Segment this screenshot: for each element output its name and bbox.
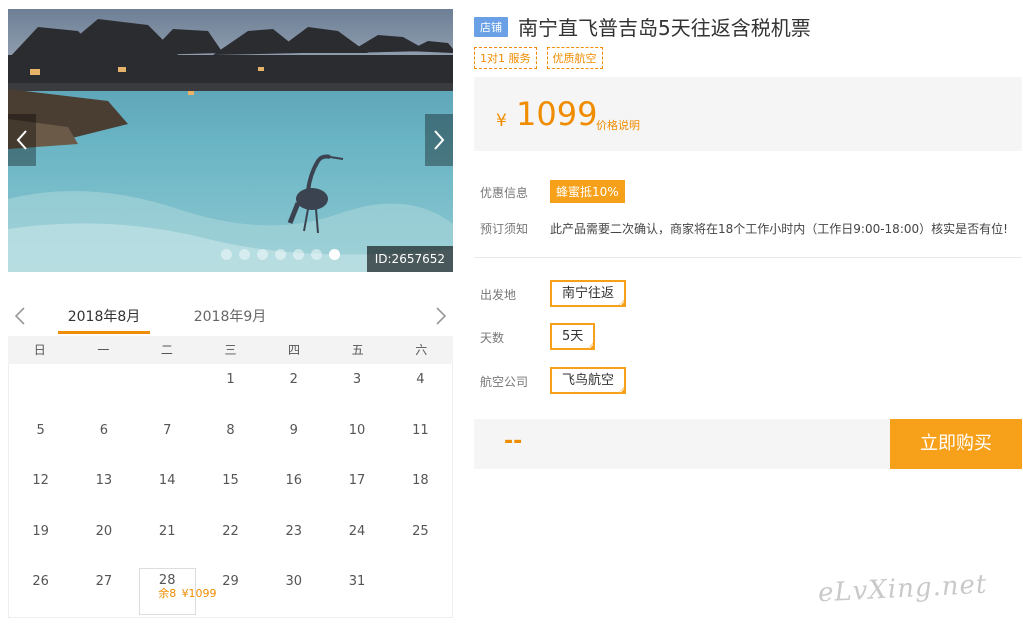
product-title-row: 店铺 南宁直飞普吉岛5天往返含税机票	[474, 12, 811, 41]
calendar-day: 7	[163, 422, 172, 438]
gallery-dot[interactable]	[329, 249, 340, 260]
gallery-prev-button[interactable]	[8, 114, 36, 166]
calendar-empty-cell	[72, 364, 135, 415]
calendar-empty-cell	[136, 364, 199, 415]
booking-notice: 此产品需要二次确认，商家将在18个工作小时内（工作日9:00-18:00）核实是…	[550, 222, 1008, 236]
calendar-day: 27	[95, 574, 113, 590]
gallery-photo	[8, 9, 453, 272]
calendar-day: 22	[222, 523, 239, 539]
calendar-prev-button[interactable]	[10, 304, 30, 328]
tab-month-september[interactable]: 2018年9月	[184, 306, 276, 326]
active-month-underline	[58, 331, 150, 334]
divider	[474, 257, 1022, 258]
weekday-label: 六	[415, 343, 428, 357]
days-option-button[interactable]: 5天	[550, 323, 596, 350]
calendar-day: 12	[32, 473, 49, 489]
promo-badge: 蜂蜜抵10%	[550, 180, 625, 203]
weekday-label: 三	[224, 343, 237, 357]
service-tag-one-on-one: 1对1 服务	[474, 47, 537, 69]
calendar-day: 15	[222, 473, 239, 489]
calendar-day: 2	[289, 372, 298, 387]
site-watermark: eLvXing.net	[817, 569, 989, 609]
calendar-day: 18	[412, 473, 429, 489]
service-tags: 1对1 服务 优质航空	[474, 47, 603, 69]
calendar-day: 8	[226, 422, 235, 438]
weekday-label: 二	[160, 343, 173, 357]
calendar-grid: 1 2 3 4 5 6 7 8 9 10 11 12 13 14 15 16 17 18 19 20 21 22 23 24 2…	[8, 364, 453, 618]
calendar-day: 4	[416, 372, 425, 387]
calendar-header: 2018年8月 2018年9月	[8, 298, 453, 336]
product-gallery: ID:2657652	[8, 9, 453, 272]
chevron-right-icon	[434, 130, 445, 150]
calendar-empty-cell	[9, 364, 72, 415]
gallery-dot[interactable]	[257, 249, 268, 260]
gallery-dot[interactable]	[221, 249, 232, 260]
currency-symbol: ¥	[496, 111, 507, 131]
product-title: 南宁直飞普吉岛5天往返含税机票	[518, 16, 811, 40]
image-id-badge: ID:2657652	[366, 246, 453, 272]
calendar-day: 29	[222, 574, 239, 590]
calendar-day: 1	[226, 372, 235, 387]
purchase-bar: -- 立即购买	[474, 419, 1022, 469]
calendar-day: 25	[412, 523, 429, 539]
chevron-left-icon	[14, 307, 25, 325]
price-box: ¥ 1099 价格说明	[474, 77, 1022, 151]
weekday-label: 四	[288, 343, 301, 357]
weekday-label: 日	[33, 343, 46, 357]
chevron-right-icon	[436, 307, 447, 325]
calendar-day: 31	[348, 574, 366, 590]
calendar-day: 20	[95, 523, 113, 539]
chevron-left-icon	[16, 130, 27, 150]
buy-now-button[interactable]: 立即购买	[890, 419, 1022, 469]
calendar-day: 11	[412, 422, 429, 438]
notice-label: 预订须知	[480, 222, 529, 236]
service-tag-quality-airline: 优质航空	[546, 47, 603, 69]
days-label: 天数	[480, 331, 505, 345]
calendar-day: 6	[99, 422, 109, 438]
calendar-weekday-row: 日 一 二 三 四 五 六	[8, 336, 453, 364]
shop-badge[interactable]: 店铺	[474, 16, 508, 37]
calendar-day: 17	[348, 473, 366, 489]
gallery-dot[interactable]	[239, 249, 250, 260]
departure-option-button[interactable]: 南宁往返	[550, 280, 627, 307]
calendar-day: 9	[289, 422, 298, 438]
weekday-label: 五	[351, 343, 364, 357]
calendar-day: 13	[95, 473, 113, 489]
airline-label: 航空公司	[480, 375, 529, 389]
calendar-day: 5	[36, 422, 45, 438]
gallery-dot[interactable]	[311, 249, 322, 260]
gallery-dot[interactable]	[293, 249, 304, 260]
calendar-day: 16	[285, 473, 303, 489]
date-calendar: 2018年8月 2018年9月 日 一 二 三 四 五 六 1234567891…	[8, 298, 453, 618]
calendar-day: 24	[348, 523, 366, 539]
total-price: --	[504, 429, 523, 454]
airline-option-button[interactable]: 飞鸟航空	[550, 367, 627, 394]
calendar-day: 21	[158, 523, 176, 539]
calendar-day: 10	[348, 422, 366, 438]
weekday-label: 一	[97, 343, 110, 357]
calendar-day-available[interactable]: 28 ¥1099 余8	[138, 568, 217, 615]
calendar-day: 30	[285, 574, 303, 590]
gallery-next-button[interactable]	[425, 114, 453, 166]
calendar-day: 3	[352, 372, 362, 387]
calendar-day: 14	[158, 473, 176, 489]
calendar-day: 26	[32, 574, 49, 590]
gallery-dot[interactable]	[275, 249, 286, 260]
tab-month-august[interactable]: 2018年8月	[58, 306, 150, 326]
product-price: 1099	[516, 95, 598, 133]
departure-label: 出发地	[480, 288, 517, 302]
calendar-day: 23	[285, 523, 303, 539]
calendar-next-button[interactable]	[431, 304, 451, 328]
promo-label: 优惠信息	[480, 186, 529, 200]
price-explanation-link[interactable]: 价格说明	[596, 117, 640, 133]
calendar-day: 19	[32, 523, 49, 539]
